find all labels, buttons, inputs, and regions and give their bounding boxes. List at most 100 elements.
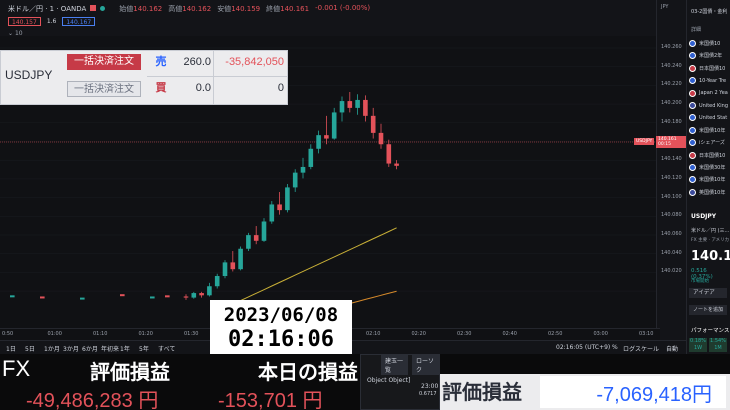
ohlc-value: -0.001 (-0.00%) <box>315 4 371 12</box>
range-button[interactable]: 5年 <box>139 344 149 353</box>
time-tick: 03:10 <box>639 331 654 337</box>
ohlc-value: 140.159 <box>231 5 261 13</box>
range-button[interactable]: 3か月 <box>63 344 79 353</box>
range-button[interactable]: 6か月 <box>82 344 98 353</box>
price-tick: 140.240 <box>661 62 682 69</box>
candle-body <box>339 101 345 113</box>
symbol-price-tag: USDJPY <box>634 138 655 145</box>
watchlist-label: United Stat <box>699 114 728 121</box>
price-tick: 140.180 <box>661 118 682 125</box>
bar-countdown: 00:15 <box>658 142 671 147</box>
utc-clock[interactable]: 02:16:05 (UTC+9) <box>556 344 610 351</box>
sell-price-button[interactable]: 140.157 <box>8 17 41 26</box>
time-tick: 03:00 <box>593 331 608 337</box>
ohlc-item: -0.001 (-0.00%) <box>315 4 370 14</box>
candle-body <box>316 135 321 149</box>
candle-body <box>207 286 212 296</box>
sell-pl: -35,842,050 <box>225 56 284 68</box>
watchlist-label: 日本国債10 <box>699 65 726 72</box>
flag-icon <box>689 102 696 109</box>
daily-pl-label: 本日の損益 <box>258 360 358 384</box>
price-tick: 140.200 <box>661 100 682 107</box>
mini-tab-candles[interactable]: ローソク <box>412 355 439 375</box>
fx-label: FX <box>2 356 31 381</box>
candle-body <box>308 148 314 167</box>
current-price-tag: 140.161 00:15 <box>656 136 686 148</box>
watchlist-item[interactable]: 日本国債10 <box>689 64 726 72</box>
watchlist-item[interactable]: 日本国債10 <box>689 151 725 159</box>
candle-body <box>246 235 251 249</box>
trade-symbol: USDJPY <box>5 68 53 82</box>
trading-screen: 米ドル／円 · 1 · OANDA 始値140.162 高値140.162 安値14… <box>0 0 730 410</box>
watchlist-item[interactable]: 米国債30年 <box>689 164 725 171</box>
indicator-legend[interactable]: ⌄ 10 <box>8 30 23 37</box>
watchlist-label: 英国債10年 <box>699 189 726 196</box>
market-flag-icon <box>90 5 97 11</box>
candle-body <box>214 276 220 287</box>
watchlist-label: Japan 2 Yea <box>699 90 728 97</box>
mini-window: 建玉一覧 ローソク Object Object] 23:00 0.6717 <box>360 354 440 410</box>
symbol-line: 米ドル／円 · 1 · OANDA 始値140.162 高値140.162 安値14… <box>8 4 370 14</box>
axis-currency: JPY <box>661 4 669 10</box>
buy-lots: 0.0 <box>195 82 211 94</box>
watchlist-item[interactable]: 米国債2年 <box>689 52 723 60</box>
details-label: 詳細 <box>691 27 702 33</box>
watchlist-label: 米国債2年 <box>699 53 723 60</box>
candle-body <box>238 248 243 270</box>
spread-value: 1.6 <box>46 18 57 25</box>
watchlist-label: 米国債10年 <box>699 177 726 184</box>
log-scale-toggle[interactable]: ログスケール <box>623 344 659 353</box>
watchlist-label: United King <box>699 102 729 109</box>
detail-price: 140.16 <box>691 249 730 264</box>
range-button[interactable]: 年初来 <box>101 344 119 353</box>
buy-side-label: 買 <box>155 82 167 94</box>
flag-icon <box>689 77 696 85</box>
percent-toggle[interactable]: % <box>612 344 618 351</box>
watchlist-panel: 03-2国債・金利 詳細 USDJPY 米ドル／円 (三... FX 主要 · … <box>686 0 730 354</box>
watchlist-item[interactable]: 米国債10 <box>689 40 720 47</box>
market-open-icon <box>100 6 106 11</box>
candle-body <box>261 221 267 241</box>
ohlc-item: 安値140.159 <box>217 4 260 14</box>
mini-tabs: 建玉一覧 ローソク <box>381 355 439 375</box>
ohlc-values: 始値140.162 高値140.162 安値140.159 終値140.161 -0.0… <box>119 4 370 14</box>
add-note-button[interactable]: ノートを追加 <box>689 305 727 315</box>
perf-1w-value: 0.18% <box>690 338 706 344</box>
buy-pl: 0 <box>277 82 284 94</box>
divider <box>213 51 214 104</box>
ideas-button[interactable]: アイデア <box>689 288 727 298</box>
symbol-title[interactable]: 米ドル／円 · 1 · OANDA <box>8 4 86 14</box>
overlay-date: 2023/06/08 <box>223 304 339 326</box>
watchlist-item[interactable]: 10-Year Tre <box>689 77 726 85</box>
watchlist-title[interactable]: 03-2国債・金利 <box>691 8 727 15</box>
ohlc-key: 安値 <box>217 5 232 13</box>
watchlist-label: 米国債10 <box>699 41 721 47</box>
price-tick: 140.260 <box>661 44 682 50</box>
candle-body <box>40 296 45 299</box>
watchlist-item[interactable]: 英国債10年 <box>689 188 726 196</box>
sell-close-all-button[interactable]: 一括決済注文 <box>67 54 141 70</box>
ohlc-item: 終値140.161 <box>266 4 309 14</box>
perf-1m-label: 1M <box>714 345 722 351</box>
time-tick: 02:30 <box>457 331 472 337</box>
range-button[interactable]: すべて <box>158 344 175 353</box>
range-button[interactable]: 1か月 <box>44 344 60 353</box>
candle-body <box>292 172 298 188</box>
price-axis[interactable]: JPY 140.260 140.240 140.220 140.200 140.180 1… <box>656 0 686 340</box>
watchlist-item[interactable]: 米国債10年 <box>689 126 725 134</box>
watchlist-item[interactable]: iシェアーズ <box>689 139 725 147</box>
auto-scale-toggle[interactable]: 自動 <box>666 344 678 353</box>
mini-tab-positions[interactable]: 建玉一覧 <box>381 355 408 375</box>
range-button[interactable]: 5日 <box>25 344 35 353</box>
range-button[interactable]: 1日 <box>6 344 16 353</box>
watchlist-item[interactable]: United Stat <box>689 114 728 122</box>
buy-close-all-button[interactable]: 一括決済注文 <box>67 81 141 97</box>
range-button[interactable]: 1年 <box>120 344 130 353</box>
ohlc-value: 140.161 <box>280 5 310 13</box>
watchlist-item[interactable]: Japan 2 Yea <box>689 89 728 97</box>
ohlc-item: 始値140.162 <box>119 4 162 14</box>
watchlist-item[interactable]: United King <box>689 102 728 109</box>
watchlist-item[interactable]: 米国債10年 <box>689 176 726 184</box>
buy-price-button[interactable]: 140.167 <box>62 17 96 26</box>
ohlc-key: 始値 <box>119 5 134 13</box>
